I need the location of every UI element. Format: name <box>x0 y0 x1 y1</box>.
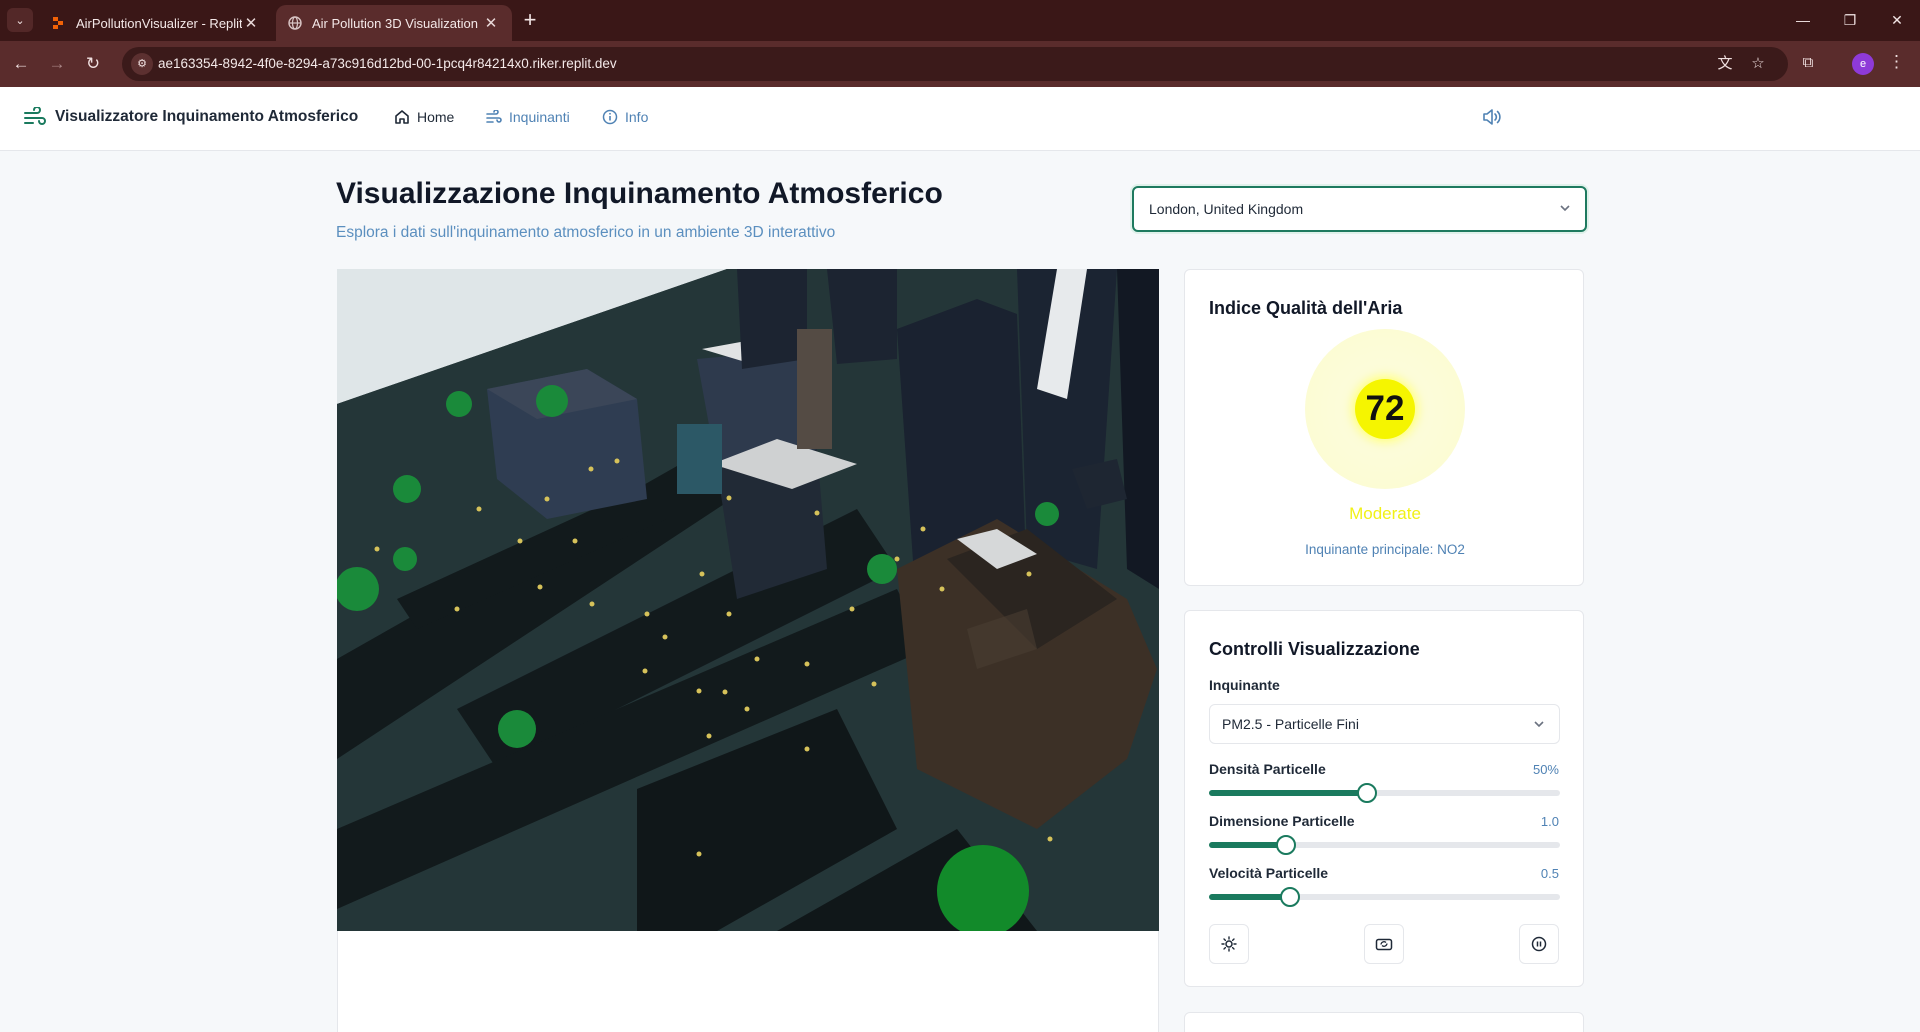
back-icon[interactable]: ← <box>9 52 33 76</box>
brand-title: Visualizzatore Inquinamento Atmosferico <box>55 108 359 125</box>
speed-slider[interactable] <box>1209 887 1560 907</box>
brand[interactable]: Visualizzatore Inquinamento Atmosferico <box>24 107 358 127</box>
pause-icon <box>1531 936 1547 952</box>
restore-icon[interactable]: ❐ <box>1827 8 1873 32</box>
pollutant-select-value: PM2.5 - Particelle Fini <box>1222 716 1359 732</box>
new-tab-icon[interactable]: + <box>518 6 542 34</box>
speed-label: Velocità Particelle <box>1209 865 1329 881</box>
page-subtitle: Esplora i dati sull'inquinamento atmosfe… <box>336 224 836 241</box>
density-slider-fill <box>1209 790 1367 796</box>
globe-icon <box>288 16 302 30</box>
browser-tabstrip: ⌄ AirPollutionVisualizer - Replit ✕ Air … <box>0 0 1920 41</box>
density-slider-thumb[interactable] <box>1356 783 1377 803</box>
forward-icon[interactable]: → <box>45 52 69 76</box>
switch-camera-icon <box>1375 938 1393 951</box>
next-card <box>1184 1012 1584 1032</box>
nav-info[interactable]: Info <box>602 109 648 125</box>
wind-icon <box>24 107 46 125</box>
city-select[interactable]: London, United Kingdom <box>1132 186 1587 232</box>
bookmark-star-icon[interactable]: ☆ <box>1747 53 1769 75</box>
brightness-button[interactable] <box>1209 924 1249 964</box>
browser-menu-icon[interactable]: ⋮ <box>1888 52 1905 72</box>
chevron-down-icon <box>1534 721 1544 728</box>
speed-slider-thumb[interactable] <box>1279 887 1300 907</box>
address-bar[interactable]: ⚙ ae163354-8942-4f0e-8294-a73c916d12bd-0… <box>122 47 1788 81</box>
size-slider-fill <box>1209 842 1287 848</box>
profile-avatar[interactable]: e <box>1852 53 1874 75</box>
size-slider[interactable] <box>1209 835 1560 855</box>
page-title: Visualizzazione Inquinamento Atmosferico <box>336 177 943 210</box>
home-icon <box>395 110 409 124</box>
tab-search-chevron-icon[interactable]: ⌄ <box>7 8 33 32</box>
switch-camera-button[interactable] <box>1364 924 1404 964</box>
aqi-status: Moderate <box>1349 504 1421 523</box>
tab-title: Air Pollution 3D Visualization <box>312 15 478 31</box>
pollutant-select[interactable]: PM2.5 - Particelle Fini <box>1209 704 1560 744</box>
controls-card-title: Controlli Visualizzazione <box>1209 639 1420 659</box>
nav-home-label: Home <box>417 109 455 125</box>
url-text[interactable]: ae163354-8942-4f0e-8294-a73c916d12bd-00-… <box>158 56 617 71</box>
minimize-icon[interactable]: — <box>1780 8 1826 32</box>
translate-icon[interactable]: 文 <box>1714 53 1736 75</box>
pollutant-label: Inquinante <box>1209 677 1280 693</box>
aqi-card: Indice Qualità dell'Aria 72 Moderate Inq… <box>1184 269 1584 586</box>
browser-tab-active[interactable]: Air Pollution 3D Visualization ✕ <box>276 5 512 41</box>
canvas-footer-area <box>337 931 1159 1032</box>
nav-pollutants-label: Inquinanti <box>509 109 570 125</box>
site-info-icon[interactable]: ⚙ <box>131 53 153 75</box>
controls-card: Controlli Visualizzazione Inquinante PM2… <box>1184 610 1584 987</box>
reload-icon[interactable]: ↻ <box>81 52 105 76</box>
size-label: Dimensione Particelle <box>1209 813 1355 829</box>
city-scene <box>337 269 1159 931</box>
tab-title: AirPollutionVisualizer - Replit <box>76 15 242 31</box>
3d-visualization-canvas[interactable] <box>337 269 1159 931</box>
chevron-down-icon <box>1560 205 1570 212</box>
aqi-main-pollutant: Inquinante principale: NO2 <box>1305 542 1465 557</box>
nav-home[interactable]: Home <box>394 109 454 125</box>
speed-value: 0.5 <box>1540 866 1559 881</box>
extensions-icon[interactable]: ⧉ <box>1797 52 1819 74</box>
volume-icon <box>1483 109 1501 125</box>
sun-icon <box>1221 936 1237 952</box>
density-slider[interactable] <box>1209 783 1560 803</box>
size-slider-thumb[interactable] <box>1276 835 1297 855</box>
close-tab-icon[interactable]: ✕ <box>482 14 500 32</box>
window-close-icon[interactable]: ✕ <box>1874 8 1920 32</box>
aqi-value: 72 <box>1355 379 1415 439</box>
sound-toggle[interactable] <box>1482 108 1502 131</box>
browser-toolbar: ← → ↻ ⚙ ae163354-8942-4f0e-8294-a73c916d… <box>0 41 1920 87</box>
nav-info-label: Info <box>625 109 649 125</box>
browser-tab-replit[interactable]: AirPollutionVisualizer - Replit ✕ <box>40 5 272 41</box>
app-header: Visualizzatore Inquinamento Atmosferico … <box>0 87 1920 151</box>
size-value: 1.0 <box>1540 814 1559 829</box>
density-value: 50% <box>1532 762 1559 777</box>
speed-slider-fill <box>1209 894 1290 900</box>
density-label: Densità Particelle <box>1209 761 1326 777</box>
wind-icon <box>486 110 502 123</box>
info-icon <box>602 109 618 125</box>
nav-pollutants[interactable]: Inquinanti <box>486 109 570 125</box>
replit-icon <box>53 17 63 29</box>
aqi-card-title: Indice Qualità dell'Aria <box>1209 298 1403 318</box>
close-tab-icon[interactable]: ✕ <box>242 14 260 32</box>
city-select-value: London, United Kingdom <box>1149 201 1304 217</box>
pause-button[interactable] <box>1519 924 1559 964</box>
